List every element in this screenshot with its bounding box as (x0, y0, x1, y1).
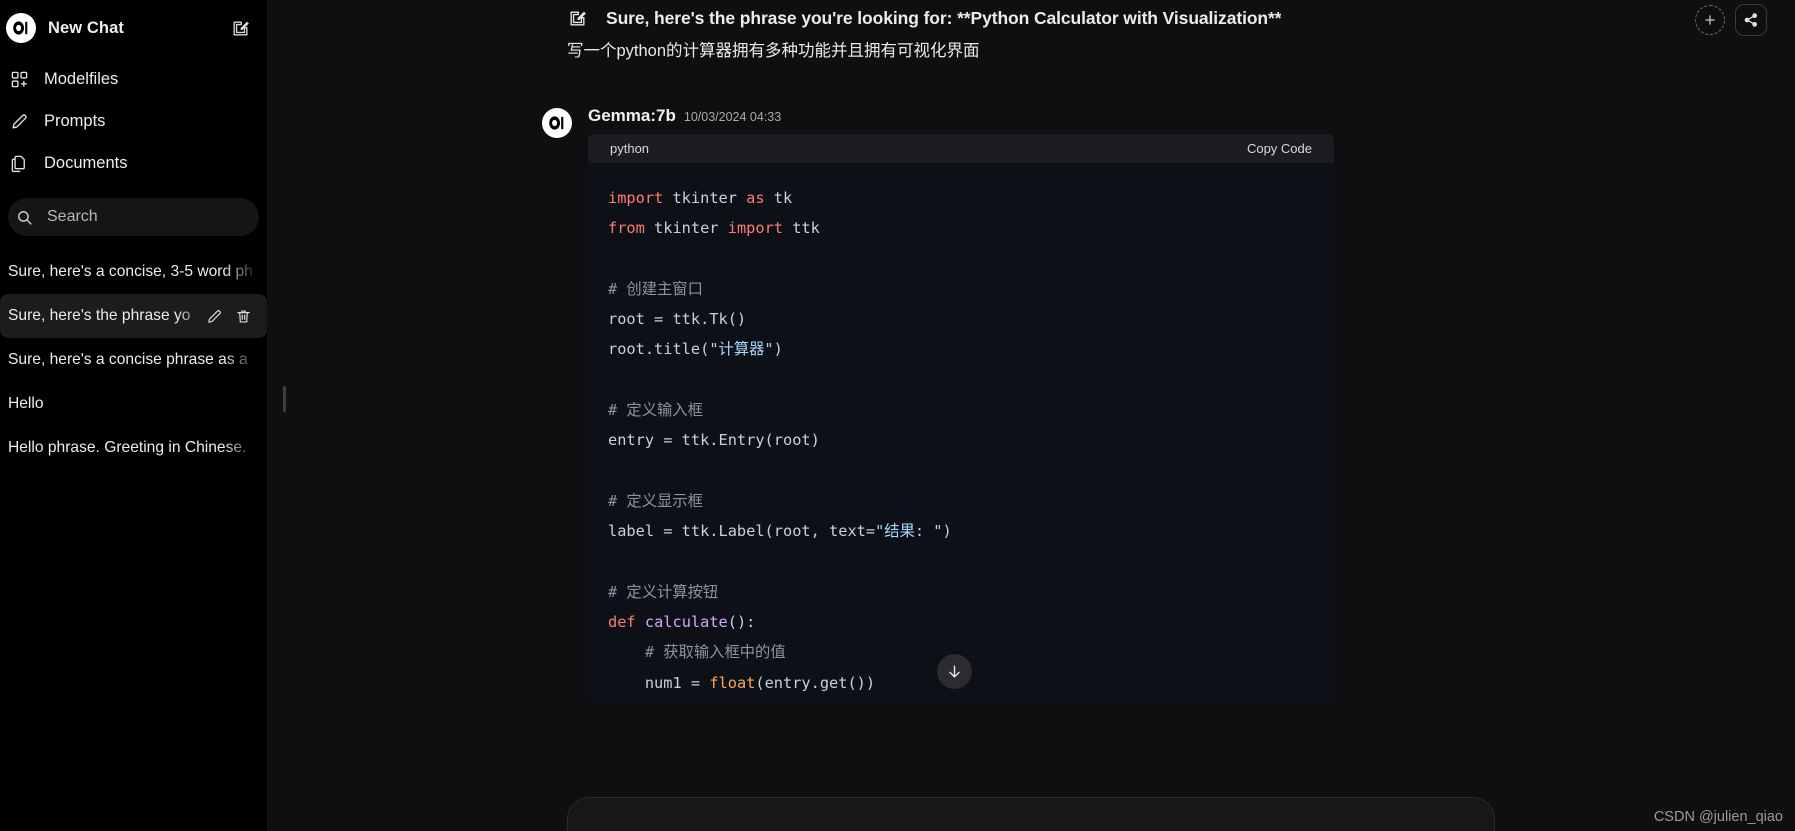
chat-list-item-active[interactable]: Sure, here's the phrase yo (0, 294, 267, 338)
avatar (542, 107, 572, 138)
sidebar-item-prompts[interactable]: Prompts (0, 100, 267, 142)
sidebar-item-label: Prompts (44, 111, 106, 130)
pencil-icon (8, 110, 30, 132)
code-line: entry = ttk.Entry(root) (608, 431, 820, 450)
main-content: Sure, here's the phrase you're looking f… (267, 0, 1795, 831)
pencil-icon[interactable] (205, 307, 224, 326)
page-title: Sure, here's the phrase you're looking f… (606, 8, 1282, 28)
conversation-scroll-area[interactable]: Sure, here's the phrase you're looking f… (267, 0, 1795, 831)
user-message: 写一个python的计算器拥有多种功能并且拥有可视化界面 (567, 42, 980, 60)
chat-title: Sure, here's a concise phrase as a (8, 350, 248, 368)
edit-square-icon[interactable] (227, 15, 253, 41)
search-icon (14, 207, 34, 227)
trash-icon[interactable] (234, 307, 253, 326)
conversation-header: Sure, here's the phrase you're looking f… (267, 0, 1795, 36)
search-placeholder: Search (47, 208, 98, 225)
code-line: root.title("计算器") (608, 340, 783, 359)
chat-title: Sure, here's the phrase yo (8, 306, 191, 324)
plus-circle-icon[interactable] (1695, 5, 1725, 35)
chat-list-item[interactable]: Sure, here's a concise phrase as a (0, 338, 267, 382)
sidebar-nav: Modelfiles Prompts Documents (0, 56, 267, 190)
watermark-label: CSDN @julien_qiao (1653, 809, 1783, 825)
code-line: from tkinter import ttk (608, 219, 820, 238)
edit-square-icon[interactable] (567, 8, 588, 29)
chat-item-actions (205, 307, 259, 326)
code-line: def calculate(): (608, 612, 756, 631)
search-input[interactable]: Search (8, 198, 259, 236)
copy-code-button[interactable]: Copy Code (1247, 141, 1312, 156)
code-line: root = ttk.Tk() (608, 309, 747, 328)
chat-list-item[interactable]: Sure, here's a concise, 3-5 word ph (0, 250, 267, 294)
code-line: label = ttk.Label(root, text="结果: ") (608, 522, 952, 541)
ollama-logo-icon (6, 13, 36, 43)
chat-list-item[interactable]: Hello (0, 382, 267, 426)
assistant-message: Gemma:7b 10/03/2024 04:33 python Copy Co… (267, 106, 1795, 705)
code-block: python Copy Code import tkinter as tk fro… (588, 133, 1334, 705)
code-line: # 定义计算按钮 (608, 582, 719, 601)
message-input[interactable] (567, 797, 1495, 831)
message-timestamp: 10/03/2024 04:33 (683, 109, 782, 124)
model-name: Gemma:7b (588, 105, 676, 125)
sidebar: New Chat Modelfiles Prompts Documents Se… (0, 0, 267, 831)
code-block-header: python Copy Code (588, 133, 1334, 163)
sidebar-resize-handle[interactable] (283, 386, 286, 412)
sidebar-item-label: Documents (44, 153, 128, 172)
new-chat-label[interactable]: New Chat (48, 19, 215, 38)
sidebar-item-label: Modelfiles (44, 69, 119, 88)
assistant-meta: Gemma:7b 10/03/2024 04:33 (588, 106, 1765, 126)
code-line: # 定义输入框 (608, 400, 703, 419)
grid-plus-icon (8, 68, 30, 90)
code-line: # 创建主窗口 (608, 279, 703, 298)
chat-title: Hello phrase. Greeting in Chinese. (8, 438, 247, 456)
sidebar-item-documents[interactable]: Documents (0, 142, 267, 184)
code-language-label: python (610, 140, 650, 156)
sidebar-item-modelfiles[interactable]: Modelfiles (0, 58, 267, 100)
app-root: New Chat Modelfiles Prompts Documents Se… (0, 0, 1795, 831)
header-actions (1695, 4, 1767, 36)
chat-list-item[interactable]: Hello phrase. Greeting in Chinese. (0, 426, 267, 470)
chat-history-list: Sure, here's a concise, 3-5 word ph Sure… (0, 244, 267, 831)
chat-title: Sure, here's a concise, 3-5 word ph (8, 262, 253, 280)
code-content: import tkinter as tk from tkinter import … (588, 162, 1334, 705)
code-line: # 定义显示框 (608, 491, 703, 510)
chat-title: Hello (8, 394, 44, 412)
sidebar-header: New Chat (0, 0, 267, 56)
share-icon[interactable] (1735, 4, 1767, 36)
code-line: import tkinter as tk (608, 188, 793, 207)
documents-icon (8, 152, 30, 174)
scroll-to-bottom-button[interactable] (937, 654, 972, 689)
